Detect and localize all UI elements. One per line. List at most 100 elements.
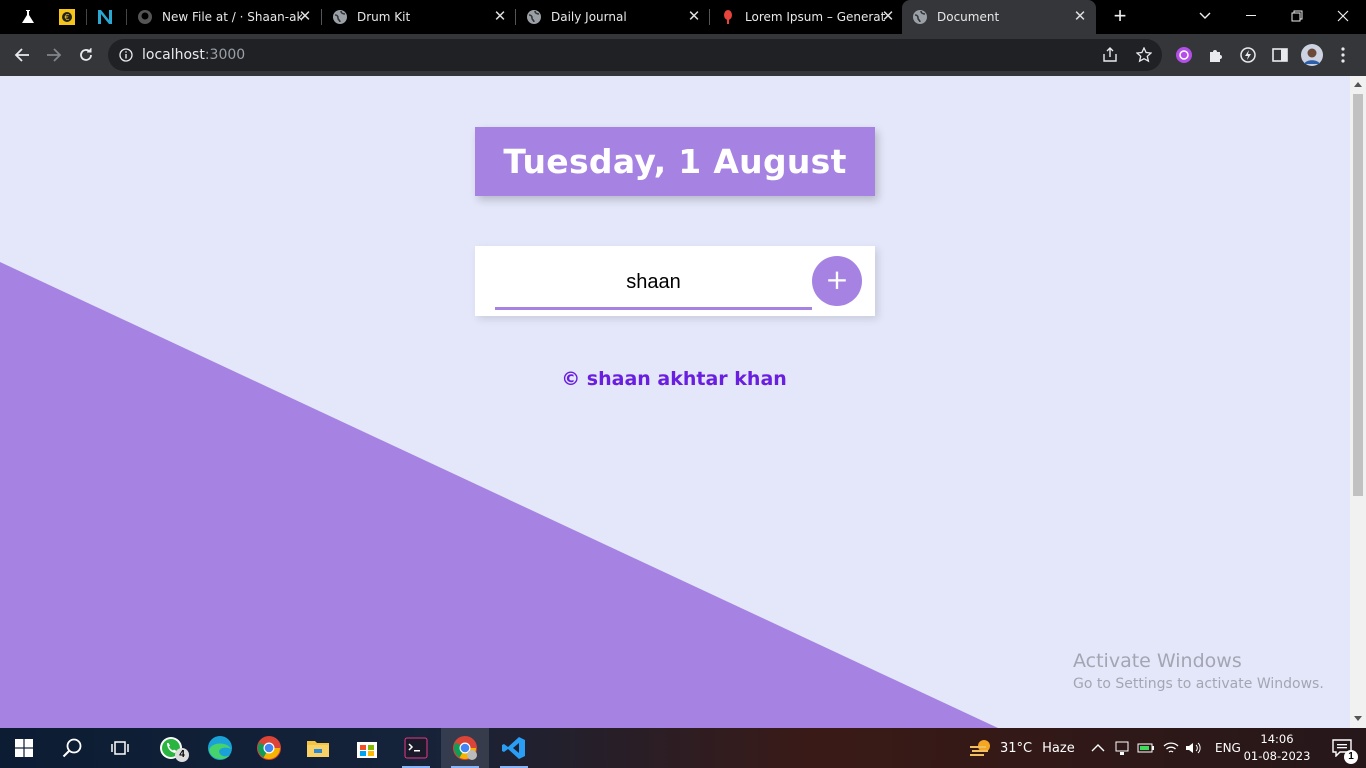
new-tab-button[interactable]: + bbox=[1106, 3, 1134, 31]
chevron-up-icon[interactable] bbox=[1091, 743, 1105, 753]
minimize-icon bbox=[1246, 15, 1256, 16]
page-scrollbar[interactable] bbox=[1350, 76, 1366, 728]
new-item-input[interactable] bbox=[495, 258, 812, 310]
terminal-icon bbox=[404, 737, 428, 759]
close-icon bbox=[1337, 10, 1349, 22]
profile-button[interactable] bbox=[1301, 44, 1323, 66]
url-port: :3000 bbox=[204, 47, 246, 63]
language-indicator[interactable]: ENG bbox=[1215, 741, 1241, 755]
taskbar-edge[interactable] bbox=[196, 728, 244, 768]
meet-now-icon[interactable] bbox=[1115, 740, 1129, 756]
side-panel-button[interactable] bbox=[1270, 45, 1290, 65]
haze-weather-icon bbox=[970, 740, 990, 756]
watermark-subtitle: Go to Settings to activate Windows. bbox=[1073, 676, 1324, 692]
chevron-down-icon bbox=[1199, 12, 1211, 19]
wifi-icon[interactable] bbox=[1163, 741, 1179, 755]
pinned-tab-lab[interactable] bbox=[9, 0, 47, 34]
tab-title: Daily Journal bbox=[551, 10, 627, 24]
clock-time: 14:06 bbox=[1260, 732, 1294, 746]
reload-icon bbox=[80, 48, 92, 61]
volume-icon[interactable] bbox=[1185, 741, 1203, 755]
page-title: Tuesday, 1 August bbox=[503, 142, 847, 181]
tab-drum-kit[interactable]: Drum Kit ✕ bbox=[322, 0, 516, 34]
tab-daily-journal[interactable]: Daily Journal ✕ bbox=[516, 0, 710, 34]
scroll-thumb[interactable] bbox=[1353, 94, 1363, 496]
start-button[interactable] bbox=[0, 728, 48, 768]
task-view-button[interactable] bbox=[96, 728, 144, 768]
reload-button[interactable] bbox=[70, 39, 102, 71]
scroll-down-arrow[interactable] bbox=[1354, 716, 1362, 721]
browser-tab-strip: € New File at / · Shaan-akhtar ✕ Drum Ki… bbox=[0, 0, 1366, 34]
tab-github[interactable]: New File at / · Shaan-akhtar ✕ bbox=[127, 0, 321, 34]
restore-button[interactable] bbox=[1274, 0, 1320, 32]
notification-count-badge: 1 bbox=[1344, 750, 1358, 764]
tab-title: Document bbox=[937, 10, 1000, 24]
page-viewport: Tuesday, 1 August + © shaan akhtar khan … bbox=[0, 76, 1350, 728]
extension-circle-icon bbox=[1176, 47, 1192, 63]
pinned-tab-n[interactable] bbox=[87, 0, 125, 34]
file-explorer-icon bbox=[307, 741, 329, 757]
chrome-icon bbox=[453, 736, 477, 760]
extension-purple[interactable] bbox=[1174, 45, 1194, 65]
taskbar-file-explorer[interactable] bbox=[294, 728, 342, 768]
clock[interactable]: 14:06 01-08-2023 bbox=[1243, 731, 1311, 765]
close-icon[interactable]: ✕ bbox=[492, 9, 508, 25]
url-text: localhost:3000 bbox=[142, 47, 245, 63]
system-tray: ENG bbox=[1091, 728, 1241, 768]
close-icon[interactable]: ✕ bbox=[297, 9, 313, 25]
close-icon[interactable]: ✕ bbox=[1072, 9, 1088, 25]
side-panel-icon bbox=[1272, 48, 1288, 62]
url-host: localhost bbox=[142, 47, 205, 63]
extension-bolt[interactable] bbox=[1238, 45, 1258, 65]
taskbar-vscode[interactable] bbox=[490, 728, 538, 768]
close-window-button[interactable] bbox=[1320, 0, 1366, 32]
minimize-button[interactable] bbox=[1228, 0, 1274, 32]
forward-button[interactable] bbox=[38, 39, 70, 71]
github-icon bbox=[137, 9, 153, 25]
windows-taskbar: 4 31°C Haze ENG 14:06 01-08-2023 1 bbox=[0, 728, 1366, 768]
close-icon[interactable]: ✕ bbox=[686, 9, 702, 25]
taskbar-terminal[interactable] bbox=[392, 728, 440, 768]
bookmark-star-icon[interactable] bbox=[1136, 47, 1152, 63]
menu-button[interactable] bbox=[1333, 45, 1353, 65]
weather-widget[interactable]: 31°C Haze bbox=[968, 728, 1075, 768]
close-icon[interactable]: ✕ bbox=[880, 9, 896, 25]
avatar bbox=[1301, 44, 1323, 66]
clock-date: 01-08-2023 bbox=[1243, 749, 1311, 763]
puzzle-icon bbox=[1210, 50, 1222, 62]
task-view-icon bbox=[111, 741, 129, 755]
taskbar-search-button[interactable] bbox=[48, 728, 96, 768]
restore-icon bbox=[1291, 10, 1303, 22]
copyright-text: © shaan akhtar khan bbox=[561, 368, 787, 390]
whatsapp-badge: 4 bbox=[175, 748, 189, 762]
info-icon[interactable] bbox=[119, 48, 133, 62]
scroll-up-arrow[interactable] bbox=[1354, 82, 1362, 87]
tab-document[interactable]: Document ✕ bbox=[902, 0, 1096, 34]
tab-search-button[interactable] bbox=[1182, 0, 1228, 32]
taskbar-chrome[interactable] bbox=[245, 728, 293, 768]
address-bar[interactable]: localhost:3000 bbox=[108, 39, 1162, 71]
weather-description: Haze bbox=[1042, 740, 1075, 756]
back-button[interactable] bbox=[6, 39, 38, 71]
tab-title: Drum Kit bbox=[357, 10, 411, 24]
todo-form: + bbox=[475, 246, 875, 316]
taskbar-whatsapp[interactable]: 4 bbox=[147, 728, 195, 768]
battery-icon[interactable] bbox=[1137, 742, 1155, 754]
windows-start-icon bbox=[15, 739, 33, 757]
tab-lorem-ipsum[interactable]: Lorem Ipsum – Generator ✕ bbox=[710, 0, 904, 34]
activate-windows-watermark: Activate Windows Go to Settings to activ… bbox=[1073, 650, 1324, 692]
share-icon[interactable] bbox=[1102, 47, 1118, 63]
taskbar-chrome-active[interactable] bbox=[441, 728, 489, 768]
watermark-title: Activate Windows bbox=[1073, 650, 1242, 672]
chrome-icon bbox=[257, 736, 281, 760]
notification-center-button[interactable]: 1 bbox=[1318, 728, 1366, 768]
footer: © shaan akhtar khan bbox=[0, 368, 1350, 390]
bolt-circle-icon bbox=[1240, 47, 1256, 63]
pinned-tab-money[interactable]: € bbox=[48, 0, 86, 34]
globe-icon bbox=[526, 9, 542, 25]
taskbar-store[interactable] bbox=[343, 728, 391, 768]
tab-title: Lorem Ipsum – Generator bbox=[745, 10, 885, 24]
add-item-button[interactable]: + bbox=[812, 256, 862, 306]
n-logo-icon bbox=[98, 10, 112, 24]
extensions-button[interactable] bbox=[1206, 45, 1226, 65]
